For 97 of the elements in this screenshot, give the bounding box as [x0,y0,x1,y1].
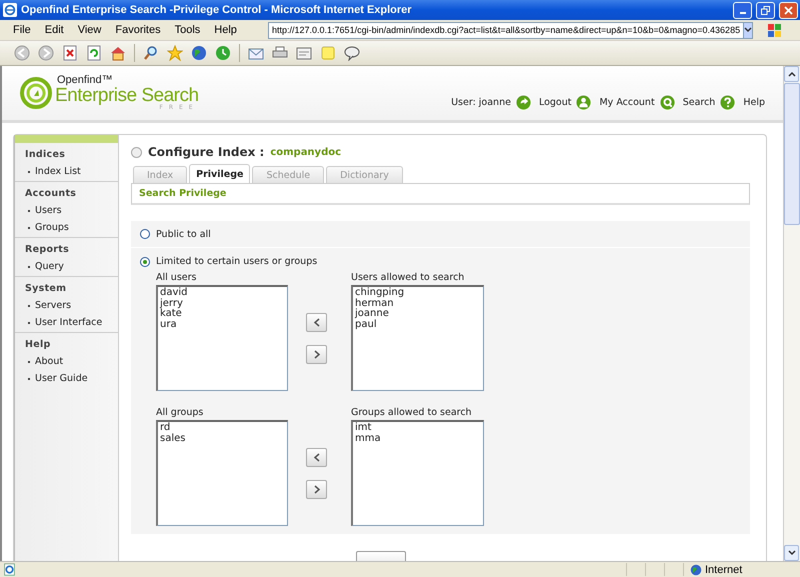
list-box[interactable]: imt mma [351,420,484,526]
refresh-icon[interactable] [86,45,102,61]
down-caret-icon [788,550,796,556]
chat-bubble-icon[interactable] [344,45,360,61]
menu-item[interactable]: View [70,24,108,36]
up-caret-icon [788,71,796,77]
dropdown-button[interactable] [743,22,752,38]
option-label: Limited to certain users or groups [156,256,318,267]
scrollbar[interactable] [783,66,800,561]
swirl-logo-icon [20,77,52,109]
list-box[interactable]: chingping herman joanne paul [351,285,484,391]
home-icon[interactable] [110,45,126,61]
close-button[interactable] [779,2,798,18]
menu-item[interactable]: Help [207,24,244,36]
caret-icon [744,27,752,33]
close-icon [784,6,793,14]
menu-item[interactable]: Tools [168,24,208,36]
section-title: Accounts [25,188,78,199]
window-title: Openfind Enterprise Search -Privilege Control - Microsoft Internet Explorer [21,4,413,16]
magnifier-icon[interactable] [143,45,159,61]
minimize-button[interactable] [733,2,752,18]
globe-icon[interactable] [191,45,207,61]
list-item[interactable]: sales [160,434,186,444]
index-name: companydoc [270,146,342,158]
scroll-down-button[interactable] [784,545,799,561]
list-label: Users allowed to search [351,272,466,285]
page-heading: Configure Index : [148,145,264,159]
section-title: Help [25,339,52,350]
list-item[interactable]: jerry [160,298,183,309]
radio-button[interactable] [140,229,150,239]
menu-item[interactable]: Edit [38,24,71,36]
list-item[interactable]: paul [355,320,377,330]
list-box[interactable]: david jerry kate ura [156,285,288,391]
header-link[interactable]: Help [743,96,765,108]
move-left-button[interactable] [306,448,327,466]
restore-button[interactable] [756,2,775,18]
sidebar-link[interactable]: Query [35,261,64,272]
product-name: Enterprise Search [55,86,199,105]
move-right-button[interactable] [306,344,327,364]
section-heading: Search Privilege [139,188,226,199]
right-chevron-icon [312,484,320,494]
left-chevron-icon [312,452,320,462]
header-link[interactable]: Search [682,96,716,108]
list-box[interactable]: rd sales [156,420,288,526]
restore-icon [761,6,770,14]
list-item[interactable]: david [160,288,188,298]
windows-flag-icon [767,22,783,38]
sidebar-link[interactable]: Servers [35,300,72,311]
menu-item[interactable]: Favorites [108,24,168,36]
tab[interactable]: Privilege [189,164,250,183]
page-edit-icon[interactable] [296,45,312,61]
sidebar-link[interactable]: User Guide [35,373,88,384]
list-item[interactable]: joanne [355,309,389,320]
list-item[interactable]: ura [160,320,177,330]
logout-icon[interactable] [516,94,531,110]
sidebar-link[interactable]: Groups [35,222,69,233]
section-title: Reports [25,244,70,255]
sidebar-link[interactable]: About [35,356,64,367]
move-right-button[interactable] [306,480,327,498]
search-icon[interactable] [660,94,675,110]
left-chevron-icon [312,318,320,326]
header-link[interactable]: My Account [599,96,655,108]
sidebar-link[interactable]: User Interface [35,317,102,328]
option-label: Public to all [156,228,211,240]
circle-icon [131,146,142,158]
list-item[interactable]: mma [355,434,381,444]
help-icon[interactable] [720,94,736,110]
address-field[interactable]: http://127.0.0.1:7651/cgi-bin/admin/indexdb.cgi?act=list&t=all&sortby=name&direct=up&n=10&b=0&magno=0.436285 [268,22,753,38]
stop-icon[interactable] [62,45,78,61]
list-label: Groups allowed to search [351,407,473,420]
user-label: User: joanne [451,96,511,108]
move-left-button[interactable] [306,312,327,332]
right-chevron-icon [312,350,320,358]
sidebar-link[interactable]: Index List [35,166,81,177]
list-label: All users [156,272,198,285]
menu-item[interactable]: File [6,24,38,36]
zone-label: Internet [705,564,742,576]
list-item[interactable]: herman [355,298,394,309]
list-label: All groups [156,407,204,420]
list-item[interactable]: rd [160,423,170,434]
section-title: Indices [25,149,66,160]
section-title: System [25,283,68,294]
scroll-up-button[interactable] [784,66,799,82]
sidebar-link[interactable]: Users [35,205,62,216]
minimize-icon [740,12,746,14]
page-icon [3,563,16,576]
list-item[interactable]: imt [355,423,372,434]
globe-icon [690,564,702,576]
browser-logo-icon [3,3,17,17]
list-item[interactable]: kate [160,309,182,320]
header-link[interactable]: Logout [538,96,572,108]
user-icon[interactable] [576,94,592,110]
brand-name: Openfind™ [56,75,114,86]
scroll-thumb[interactable] [784,83,800,225]
star-icon[interactable] [167,45,183,61]
list-item[interactable]: chingping [355,288,404,298]
radio-button[interactable] [140,256,150,266]
